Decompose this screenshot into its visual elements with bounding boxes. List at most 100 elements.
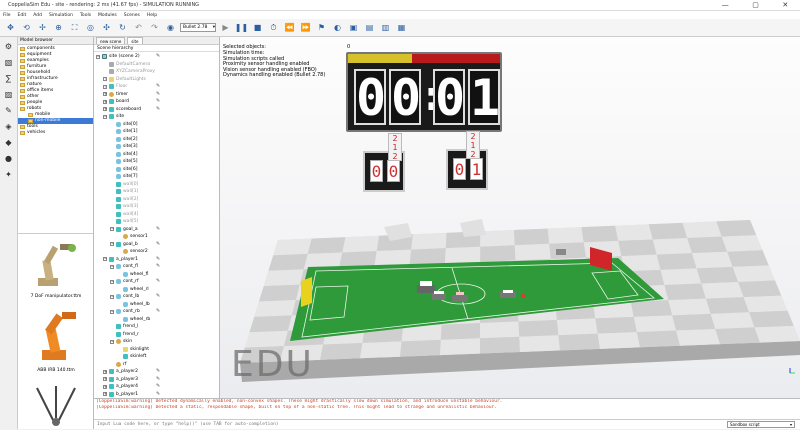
user-settings-icon[interactable]: ✦: [2, 168, 15, 181]
stop-icon[interactable]: ■: [251, 21, 264, 34]
scene-object[interactable]: − cont_lb ✎: [94, 293, 219, 301]
zoom-icon[interactable]: ⊕: [52, 21, 65, 34]
redo-icon[interactable]: ↷: [148, 21, 161, 34]
script-icon[interactable]: ✎: [156, 368, 160, 376]
scene-object[interactable]: sensor1: [94, 233, 219, 241]
scene-object[interactable]: site[0]: [94, 121, 219, 129]
collapse-icon[interactable]: −: [110, 227, 114, 232]
menu-add[interactable]: Add: [33, 13, 42, 18]
scene-object[interactable]: site[2]: [94, 136, 219, 144]
scene-object[interactable]: wheel_rb: [94, 316, 219, 324]
script-icon[interactable]: ✎: [156, 91, 160, 99]
menu-help[interactable]: Help: [147, 13, 157, 18]
thread-icon[interactable]: ⚑: [315, 21, 328, 34]
script-target-select[interactable]: Sandbox script ▾: [727, 421, 795, 428]
collapse-icon[interactable]: −: [110, 242, 114, 247]
script-icon[interactable]: ✎: [156, 98, 160, 106]
model-thumbnail[interactable]: [22, 384, 90, 430]
scene-object[interactable]: wheel_lb: [94, 301, 219, 309]
expand-icon[interactable]: +: [103, 107, 107, 112]
move-view-icon[interactable]: ✥: [4, 21, 17, 34]
menu-scenes[interactable]: Scenes: [124, 13, 140, 18]
menu-tools[interactable]: Tools: [80, 13, 91, 18]
scene-object[interactable]: site[5]: [94, 158, 219, 166]
layers-icon[interactable]: ◆: [2, 136, 15, 149]
scene-object[interactable]: − cont_rf ✎: [94, 278, 219, 286]
scene-object[interactable]: wall[2]: [94, 196, 219, 204]
sim-settings-icon[interactable]: ⚙: [2, 40, 15, 53]
scene-object[interactable]: − site: [94, 113, 219, 121]
scene-object[interactable]: − cont_rb ✎: [94, 308, 219, 316]
model-thumbnail[interactable]: ABB IRB 140.ttm: [22, 304, 90, 373]
script-icon[interactable]: ✎: [156, 226, 160, 234]
expand-icon[interactable]: +: [103, 99, 107, 104]
shape-edit-icon[interactable]: ◈: [2, 120, 15, 133]
script-icon[interactable]: ✎: [156, 293, 160, 301]
script-icon[interactable]: ✎: [156, 241, 160, 249]
collapse-icon[interactable]: −: [96, 54, 100, 59]
scene-object[interactable]: wall[4]: [94, 211, 219, 219]
collapse-icon[interactable]: −: [103, 257, 107, 262]
object-rotate-icon[interactable]: ↻: [116, 21, 129, 34]
scene-object[interactable]: rf: [94, 361, 219, 369]
scene-object[interactable]: + board ✎: [94, 98, 219, 106]
pause-icon[interactable]: ❚❚: [235, 21, 248, 34]
scene-object[interactable]: sensor2: [94, 248, 219, 256]
scene-object[interactable]: + a_player4 ✎: [94, 383, 219, 391]
scene-object[interactable]: wall[5]: [94, 218, 219, 226]
scene-object[interactable]: − site (scene 2) ✎: [94, 53, 219, 61]
scene-object[interactable]: + a_player3 ✎: [94, 376, 219, 384]
expand-icon[interactable]: +: [103, 77, 107, 82]
scene-object[interactable]: site[6]: [94, 166, 219, 174]
model-folder-vehicles[interactable]: vehicles: [18, 130, 93, 136]
collapse-icon[interactable]: −: [110, 264, 114, 269]
scene-object[interactable]: wall[3]: [94, 203, 219, 211]
collapse-icon[interactable]: −: [103, 114, 107, 119]
calc-modules-icon[interactable]: ∑: [2, 72, 15, 85]
script-icon[interactable]: ✎: [156, 383, 160, 391]
browser-icon[interactable]: ▥: [379, 21, 392, 34]
script-icon[interactable]: ✎: [156, 308, 160, 316]
scene-object[interactable]: − goal_b ✎: [94, 241, 219, 249]
scene-object[interactable]: frend_l: [94, 323, 219, 331]
menu-simulation[interactable]: Simulation: [49, 13, 73, 18]
slower-icon[interactable]: ⏪: [283, 21, 296, 34]
expand-icon[interactable]: +: [103, 92, 107, 97]
undo-icon[interactable]: ↶: [132, 21, 145, 34]
visualize-icon[interactable]: ◐: [331, 21, 344, 34]
video-recorder-icon[interactable]: ●: [2, 152, 15, 165]
script-icon[interactable]: ✎: [156, 263, 160, 271]
scene-object[interactable]: skinlight: [94, 346, 219, 354]
collections-icon[interactable]: ▨: [2, 88, 15, 101]
object-shift-icon[interactable]: ✣: [100, 21, 113, 34]
scene-object[interactable]: XYZCameraProxy: [94, 68, 219, 76]
rotate-view-icon[interactable]: ⟲: [20, 21, 33, 34]
scene-viewport[interactable]: Selected objects: 0 Simulation time: Simu…: [220, 37, 800, 398]
scene-object[interactable]: wall[1]: [94, 188, 219, 196]
scene-object[interactable]: site[3]: [94, 143, 219, 151]
physics-engine-select[interactable]: Bullet 2.78 ▾: [180, 23, 216, 32]
scene-object[interactable]: − cont_fl ✎: [94, 263, 219, 271]
scene-object[interactable]: frend_r: [94, 331, 219, 339]
expand-icon[interactable]: +: [103, 84, 107, 89]
scene-object[interactable]: site[1]: [94, 128, 219, 136]
tab-new-scene[interactable]: new scene: [96, 37, 126, 44]
scene-object[interactable]: − goal_a ✎: [94, 226, 219, 234]
scene-object[interactable]: + timer ✎: [94, 91, 219, 99]
tab-site[interactable]: site: [127, 37, 143, 44]
scripts-icon[interactable]: ✎: [2, 104, 15, 117]
script-icon[interactable]: ✎: [156, 376, 160, 384]
script-icon[interactable]: ✎: [156, 106, 160, 114]
collapse-icon[interactable]: −: [110, 339, 114, 344]
model-thumbnail[interactable]: 7 DoF manipulator.ttm: [22, 238, 90, 299]
scene-object[interactable]: − a_player1 ✎: [94, 256, 219, 264]
script-icon[interactable]: ✎: [156, 256, 160, 264]
collapse-icon[interactable]: −: [110, 309, 114, 314]
menu-modules[interactable]: Modules: [98, 13, 117, 18]
maximize-button[interactable]: ▢: [752, 1, 759, 9]
collapse-icon[interactable]: −: [110, 294, 114, 299]
script-icon[interactable]: ✎: [156, 391, 160, 399]
scene-object[interactable]: + a_player2 ✎: [94, 368, 219, 376]
play-icon[interactable]: ▶: [219, 21, 232, 34]
close-button[interactable]: ✕: [782, 1, 788, 9]
